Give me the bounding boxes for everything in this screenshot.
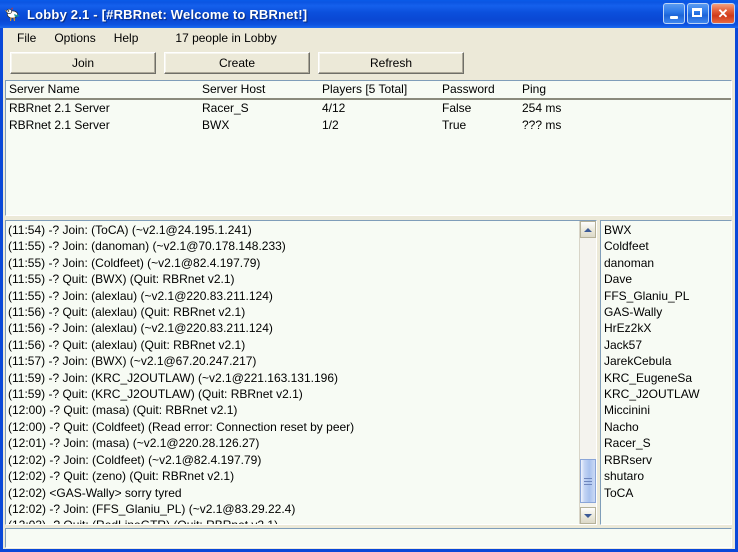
server-list[interactable]: Server Name Server Host Players [5 Total… xyxy=(5,80,732,216)
close-icon: ✕ xyxy=(712,4,734,23)
chat-line: (11:55) -? Join: (danoman) (~v2.1@70.178… xyxy=(8,238,579,254)
chat-line: (12:02) -? Join: (Coldfeet) (~v2.1@82.4.… xyxy=(8,452,579,468)
chat-line: (12:02) -? Quit: (zeno) (Quit: RBRnet v2… xyxy=(8,468,579,484)
refresh-button[interactable]: Refresh xyxy=(318,52,464,74)
cell-ping: ??? ms xyxy=(522,118,561,132)
menu-item-help[interactable]: Help xyxy=(105,29,148,47)
chat-log[interactable]: (11:54) -? Join: (ToCA) (~v2.1@24.195.1.… xyxy=(6,221,579,524)
chat-scrollbar[interactable] xyxy=(579,221,596,524)
close-button[interactable]: ✕ xyxy=(711,3,735,24)
chat-line: (12:02) -? Join: (FFS_Glaniu_PL) (~v2.1@… xyxy=(8,501,579,517)
chat-line: (11:56) -? Join: (alexlau) (~v2.1@220.83… xyxy=(8,320,579,336)
cell-server-name: RBRnet 2.1 Server xyxy=(9,118,110,132)
window-controls: ✕ xyxy=(663,3,735,24)
toolbar: Join Create Refresh xyxy=(3,48,735,78)
scroll-grip-icon xyxy=(584,478,592,485)
join-button[interactable]: Join xyxy=(10,52,156,74)
user-list-item[interactable]: KRC_EugeneSa xyxy=(604,370,731,386)
user-list-item[interactable]: Miccinini xyxy=(604,402,731,418)
user-list-item[interactable]: GAS-Wally xyxy=(604,304,731,320)
window-title: Lobby 2.1 - [#RBRnet: Welcome to RBRnet!… xyxy=(27,7,307,22)
column-header-ping[interactable]: Ping xyxy=(522,82,546,96)
server-list-header: Server Name Server Host Players [5 Total… xyxy=(6,81,731,100)
chat-line: (11:56) -? Quit: (alexlau) (Quit: RBRnet… xyxy=(8,337,579,353)
message-input-container[interactable] xyxy=(5,528,732,548)
cell-password: True xyxy=(442,118,466,132)
chat-line: (11:59) -? Quit: (KRC_J2OUTLAW) (Quit: R… xyxy=(8,386,579,402)
user-list-item[interactable]: Jack57 xyxy=(604,337,731,353)
user-list-item[interactable]: HrEz2kX xyxy=(604,320,731,336)
minimize-button[interactable] xyxy=(663,3,685,24)
lobby-window: Lobby 2.1 - [#RBRnet: Welcome to RBRnet!… xyxy=(0,0,738,552)
cell-players: 1/2 xyxy=(322,118,339,132)
maximize-icon xyxy=(692,8,702,17)
scroll-down-arrow-icon xyxy=(584,514,592,518)
scroll-up-button[interactable] xyxy=(580,221,596,238)
column-header-server-host[interactable]: Server Host xyxy=(202,82,265,96)
create-button[interactable]: Create xyxy=(164,52,310,74)
user-list-item[interactable]: danoman xyxy=(604,255,731,271)
user-list-item[interactable]: FFS_Glaniu_PL xyxy=(604,288,731,304)
chat-scroll-thumb[interactable] xyxy=(580,459,596,503)
cell-server-name: RBRnet 2.1 Server xyxy=(9,101,110,115)
chat-line: (11:54) -? Join: (ToCA) (~v2.1@24.195.1.… xyxy=(8,222,579,238)
column-header-server-name[interactable]: Server Name xyxy=(9,82,80,96)
chat-line: (11:57) -? Join: (BWX) (~v2.1@67.20.247.… xyxy=(8,353,579,369)
scroll-down-button[interactable] xyxy=(580,507,596,524)
cell-server-host: Racer_S xyxy=(202,101,249,115)
chat-line: (11:55) -? Quit: (BWX) (Quit: RBRnet v2.… xyxy=(8,271,579,287)
chat-line: (11:55) -? Join: (Coldfeet) (~v2.1@82.4.… xyxy=(8,255,579,271)
menu-item-file[interactable]: File xyxy=(8,29,45,47)
table-row[interactable]: RBRnet 2.1 Server BWX 1/2 True ??? ms xyxy=(6,117,731,134)
user-list-item[interactable]: RBRserv xyxy=(604,452,731,468)
minimize-icon xyxy=(670,16,678,19)
cell-server-host: BWX xyxy=(202,118,229,132)
cell-password: False xyxy=(442,101,471,115)
bird-icon xyxy=(4,5,22,23)
chat-line: (12:01) -? Join: (masa) (~v2.1@220.28.12… xyxy=(8,435,579,451)
chat-line: (11:56) -? Quit: (alexlau) (Quit: RBRnet… xyxy=(8,304,579,320)
user-list-item[interactable]: Coldfeet xyxy=(604,238,731,254)
user-list-item[interactable]: shutaro xyxy=(604,468,731,484)
maximize-button[interactable] xyxy=(687,3,709,24)
column-header-players[interactable]: Players [5 Total] xyxy=(322,82,407,96)
chat-line: (11:55) -? Join: (alexlau) (~v2.1@220.83… xyxy=(8,288,579,304)
chat-line: (12:00) -? Quit: (Coldfeet) (Read error:… xyxy=(8,419,579,435)
user-list-item[interactable]: Dave xyxy=(604,271,731,287)
chat-line: (12:02) <GAS-Wally> sorry tyred xyxy=(8,485,579,501)
chat-line: (11:59) -? Join: (KRC_J2OUTLAW) (~v2.1@2… xyxy=(8,370,579,386)
chat-line: (12:00) -? Quit: (masa) (Quit: RBRnet v2… xyxy=(8,402,579,418)
cell-ping: 254 ms xyxy=(522,101,561,115)
chat-panel: (11:54) -? Join: (ToCA) (~v2.1@24.195.1.… xyxy=(5,220,597,525)
user-list-item[interactable]: JarekCebula xyxy=(604,353,731,369)
user-list-item[interactable]: Nacho xyxy=(604,419,731,435)
menu-item-options[interactable]: Options xyxy=(45,29,104,47)
scroll-up-arrow-icon xyxy=(584,228,592,232)
user-list-item[interactable]: ToCA xyxy=(604,485,731,501)
user-list[interactable]: BWXColdfeetdanomanDaveFFS_Glaniu_PLGAS-W… xyxy=(600,220,732,525)
user-list-item[interactable]: BWX xyxy=(604,222,731,238)
lobby-people-count: 17 people in Lobby xyxy=(175,31,276,45)
chat-line: (12:03) -? Quit: (RedLineGTR) (Quit: RBR… xyxy=(8,517,579,524)
client-area: File Options Help 17 people in Lobby Joi… xyxy=(3,28,735,549)
user-list-item[interactable]: Racer_S xyxy=(604,435,731,451)
user-list-item[interactable]: KRC_J2OUTLAW xyxy=(604,386,731,402)
cell-players: 4/12 xyxy=(322,101,345,115)
menu-bar: File Options Help 17 people in Lobby xyxy=(3,28,735,48)
message-input[interactable] xyxy=(6,529,731,547)
title-bar[interactable]: Lobby 2.1 - [#RBRnet: Welcome to RBRnet!… xyxy=(0,0,738,28)
column-header-password[interactable]: Password xyxy=(442,82,495,96)
table-row[interactable]: RBRnet 2.1 Server Racer_S 4/12 False 254… xyxy=(6,100,731,117)
